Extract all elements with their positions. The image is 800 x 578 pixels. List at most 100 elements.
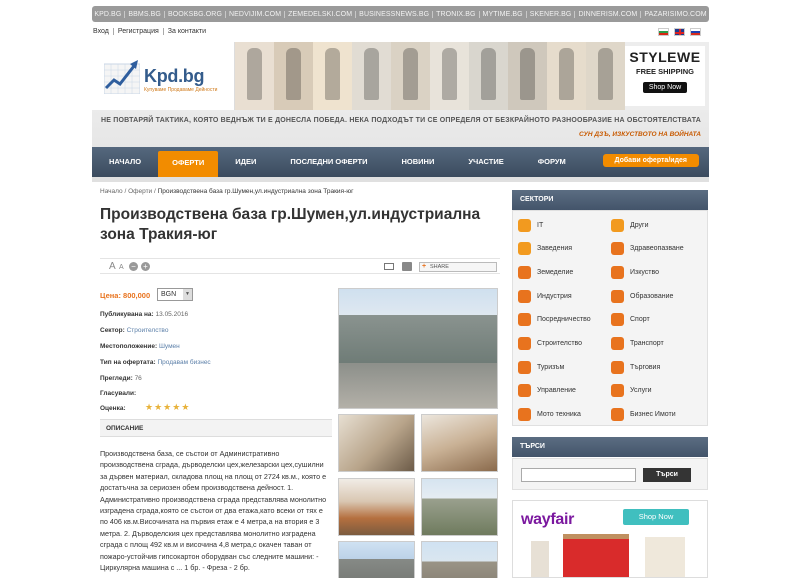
sectors-heading: СЕКТОРИ xyxy=(512,190,708,210)
type-link[interactable]: Продавам бизнес xyxy=(157,359,210,366)
sector-icon xyxy=(518,313,531,327)
gallery-thumbnail[interactable] xyxy=(338,541,415,578)
sector-item[interactable]: IT xyxy=(518,214,543,236)
nav-item[interactable]: НОВИНИ xyxy=(384,147,451,177)
votes-label: Гласували: xyxy=(100,390,137,397)
partner-site-link[interactable]: MYTIME.BG xyxy=(478,10,526,18)
location-link[interactable]: Шумен xyxy=(159,343,180,350)
main-photo[interactable] xyxy=(338,288,498,409)
breadcrumb-current: Производствена база гр.Шумен,ул.индустри… xyxy=(157,188,354,195)
flag-bg-icon[interactable] xyxy=(658,28,669,36)
breadcrumb: Начало / Оферти / Производствена база гр… xyxy=(100,188,354,195)
gallery-thumbnail[interactable] xyxy=(421,478,498,536)
currency-select[interactable]: BGN xyxy=(157,288,193,301)
sector-item[interactable]: Мото техника xyxy=(518,404,581,426)
sector-item[interactable]: Спорт xyxy=(611,309,650,331)
sector-label: IT xyxy=(537,221,544,229)
search-button[interactable]: Търси xyxy=(643,468,691,482)
banner-ad-dresses[interactable]: STYLEWE FREE SHIPPING Shop Now xyxy=(235,42,709,110)
add-offer-button[interactable]: Добави оферта/идея xyxy=(602,154,699,167)
sector-label: Образование xyxy=(630,292,674,300)
sector-label: Сектор: xyxy=(100,327,125,334)
partner-site-link[interactable]: BOOKSBG.ORG xyxy=(163,10,225,18)
register-link[interactable]: Регистрация xyxy=(112,28,163,35)
font-large-icon[interactable]: A xyxy=(109,261,116,272)
sidebar-ad-wayfair[interactable]: wayfair Shop Now xyxy=(512,500,708,578)
partner-site-link[interactable]: NEDVIJIM.COM xyxy=(224,10,284,18)
ad-shipping: FREE SHIPPING xyxy=(636,67,694,76)
sector-item[interactable]: Земеделие xyxy=(518,261,573,283)
gallery-thumbnail[interactable] xyxy=(421,541,498,578)
flag-en-icon[interactable] xyxy=(674,28,685,36)
wayfair-shop-button[interactable]: Shop Now xyxy=(623,509,689,525)
gallery-thumbnail[interactable] xyxy=(421,414,498,472)
star-icon[interactable]: ★ xyxy=(154,403,162,412)
tab-description[interactable]: ОПИСАНИЕ xyxy=(100,419,332,437)
partner-site-link[interactable]: ZEMEDELSKI.COM xyxy=(284,10,355,18)
nav-item[interactable]: ФОРУМ xyxy=(521,147,583,177)
sector-item[interactable]: Образование xyxy=(611,285,673,307)
gallery-thumbnail[interactable] xyxy=(338,414,415,472)
breadcrumb-section[interactable]: Оферти xyxy=(128,188,152,195)
language-flags xyxy=(658,28,701,36)
sector-item[interactable]: Посредничество xyxy=(518,309,591,331)
nav-item[interactable]: ПОСЛЕДНИ ОФЕРТИ xyxy=(273,147,384,177)
sector-item[interactable]: Индустрия xyxy=(518,285,572,307)
partner-site-link[interactable]: TRONIX.BG xyxy=(432,10,478,18)
views-label: Прегледи: xyxy=(100,375,133,382)
sector-item[interactable]: Бизнес Имоти xyxy=(611,404,676,426)
partner-site-link[interactable]: KPD.BG xyxy=(92,11,124,18)
rating-stars[interactable]: ★ ★ ★ ★ ★ xyxy=(145,403,189,412)
sector-item[interactable]: Транспорт xyxy=(611,333,664,355)
nav-item[interactable]: ИДЕИ xyxy=(218,147,273,177)
nav-item[interactable]: УЧАСТИЕ xyxy=(451,147,520,177)
views-field: Прегледи: 76 xyxy=(100,375,142,382)
ad-product-image xyxy=(645,537,685,577)
contact-link[interactable]: За контакти xyxy=(162,28,210,35)
partner-site-link[interactable]: SKENER.BG xyxy=(525,10,575,18)
partner-site-link[interactable]: DINNERISM.COM xyxy=(574,10,640,18)
slogan-author: СУН ДЗЪ, ИЗКУСТВОТО НА ВОЙНАТА xyxy=(579,131,701,138)
sector-item[interactable]: Услуги xyxy=(611,380,652,402)
sector-item[interactable]: Изкуство xyxy=(611,261,659,283)
description-text: Производствена база, се състои от Админи… xyxy=(100,449,327,573)
search-input[interactable] xyxy=(521,468,636,482)
star-icon[interactable]: ★ xyxy=(145,403,153,412)
ad-product-image xyxy=(531,541,549,577)
sector-item[interactable]: Строителство xyxy=(518,333,582,355)
sector-item[interactable]: Здравеопазване xyxy=(611,238,684,260)
nav-item[interactable]: ОФЕРТИ xyxy=(158,151,219,177)
sector-item[interactable]: Други xyxy=(611,214,649,236)
nav-item[interactable]: НАЧАЛО xyxy=(92,147,158,177)
logo-name: Kpd.bg xyxy=(144,66,205,86)
share-button[interactable]: SHARE xyxy=(419,262,497,272)
email-icon[interactable] xyxy=(384,263,394,270)
sector-item[interactable]: Търговия xyxy=(611,356,660,378)
location-field: Местоположение: Шумен xyxy=(100,343,180,350)
login-link[interactable]: Вход xyxy=(93,28,113,35)
ad-shop-button[interactable]: Shop Now xyxy=(642,82,688,93)
zoom-out-icon[interactable]: − xyxy=(129,262,138,271)
sector-item[interactable]: Управление xyxy=(518,380,576,402)
partner-site-link[interactable]: BBMS.BG xyxy=(124,10,164,18)
zoom-in-icon[interactable]: + xyxy=(141,262,150,271)
print-icon[interactable] xyxy=(402,262,412,271)
partner-site-link[interactable]: PAZARISIMO.COM xyxy=(640,10,709,18)
sector-item[interactable]: Туризъм xyxy=(518,356,564,378)
star-icon[interactable]: ★ xyxy=(172,403,180,412)
font-small-icon[interactable]: A xyxy=(119,264,124,271)
flag-ru-icon[interactable] xyxy=(690,28,701,36)
sector-label: Изкуство xyxy=(630,268,660,276)
breadcrumb-home[interactable]: Начало xyxy=(100,188,123,195)
sector-link[interactable]: Строителство xyxy=(127,327,169,334)
partner-site-link[interactable]: BUSINESSNEWS.BG xyxy=(355,10,432,18)
logo[interactable]: Kpd.bg Купуваме Продаваме Дейности xyxy=(92,42,235,110)
star-icon[interactable]: ★ xyxy=(163,403,171,412)
page: KPD.BG BBMS.BG BOOKSBG.ORG NEDVIJIM.COM ZEME… xyxy=(0,0,800,578)
gallery-thumbnail[interactable] xyxy=(338,478,415,536)
star-icon[interactable]: ★ xyxy=(181,403,189,412)
sector-label: Строителство xyxy=(537,340,583,347)
sector-label: Управление xyxy=(537,387,576,395)
published-value: 13.05.2016 xyxy=(155,311,189,318)
sector-item[interactable]: Заведения xyxy=(518,238,572,260)
